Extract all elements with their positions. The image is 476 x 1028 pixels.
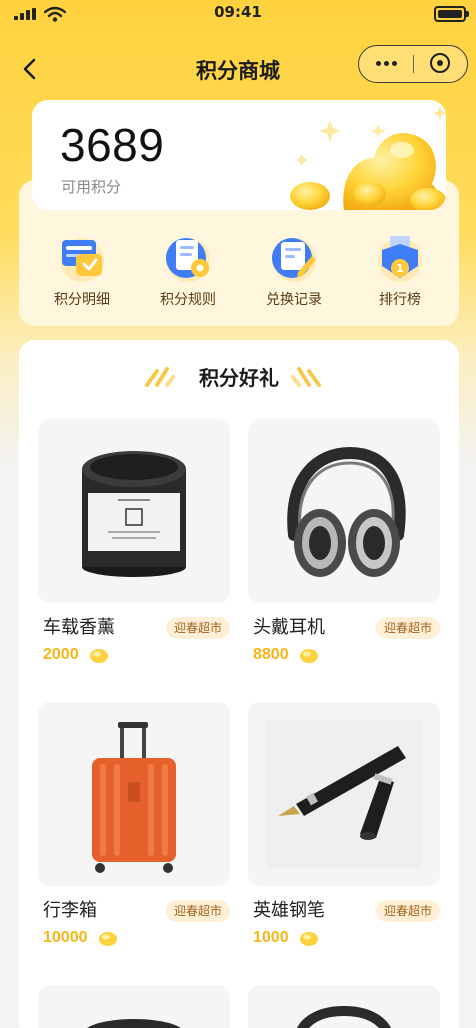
nav-bar: 积分商城 <box>0 44 476 94</box>
menu-item-ranking[interactable]: 1 排行榜 <box>347 230 453 320</box>
product-price: 2000 <box>43 646 79 663</box>
product-name: 英雄钢笔 <box>253 900 325 921</box>
menu-label: 排行榜 <box>379 292 421 308</box>
status-bar: 09:41 <box>0 0 476 30</box>
coin-icon <box>99 932 117 946</box>
coin-icon <box>300 649 318 663</box>
product-name: 车载香薰 <box>43 617 115 638</box>
status-time: 09:41 <box>214 3 262 21</box>
store-tag: 迎春超市 <box>375 900 440 922</box>
store-tag: 迎春超市 <box>375 617 440 639</box>
close-target-icon[interactable] <box>415 46 467 81</box>
product-card[interactable] <box>248 985 440 1028</box>
product-image <box>38 702 230 886</box>
title-decoration-icon <box>291 367 321 387</box>
points-value: 3689 <box>60 119 165 171</box>
ranking-icon: 1 <box>378 236 422 282</box>
points-label: 可用积分 <box>61 178 122 196</box>
exchange-record-icon <box>272 238 316 282</box>
product-card[interactable]: 车载香薰 迎春超市 2000 <box>38 419 230 669</box>
store-tag: 迎春超市 <box>165 900 230 922</box>
menu-label: 兑换记录 <box>266 292 322 308</box>
menu-label: 积分规则 <box>160 292 216 308</box>
product-card[interactable]: 行李箱 迎春超市 10000 <box>38 702 230 952</box>
section-title: 积分好礼 <box>199 366 279 390</box>
product-image <box>248 419 440 603</box>
points-card: 3689 可用积分 <box>32 100 446 210</box>
svg-text:1: 1 <box>396 262 404 275</box>
points-detail-icon <box>60 238 104 282</box>
coin-icon <box>90 649 108 663</box>
capsule-divider <box>413 55 414 73</box>
quick-menu: 积分明细 积分规则 兑换记录 1 排行榜 <box>19 230 459 320</box>
product-image <box>38 985 230 1028</box>
battery-icon <box>434 6 469 22</box>
points-rules-icon <box>166 238 210 282</box>
product-image <box>38 419 230 603</box>
fountain-pen-image <box>266 720 422 868</box>
more-icon[interactable] <box>359 46 414 81</box>
product-price: 8800 <box>253 646 289 663</box>
product-price: 10000 <box>43 929 88 946</box>
headphones-image <box>287 446 406 577</box>
product-image <box>248 985 440 1028</box>
gift-section: 积分好礼 车载香薰 迎春超市 2000 头戴耳机 迎春超市 8800 行李箱 迎… <box>19 340 459 1028</box>
product-image <box>248 702 440 886</box>
product-name: 行李箱 <box>43 900 97 921</box>
menu-item-points-rules[interactable]: 积分规则 <box>135 230 241 320</box>
store-tag: 迎春超市 <box>165 617 230 639</box>
aromatherapy-jar-image <box>82 451 186 577</box>
menu-item-points-detail[interactable]: 积分明细 <box>29 230 135 320</box>
product-card[interactable]: 头戴耳机 迎春超市 8800 <box>248 419 440 669</box>
product-placeholder-image <box>87 1019 181 1028</box>
coin-mascot-icon <box>290 106 446 210</box>
coin-icon <box>300 932 318 946</box>
mini-program-capsule <box>358 45 468 83</box>
product-name: 头戴耳机 <box>253 617 325 638</box>
product-placeholder-image <box>297 1005 391 1028</box>
suitcase-image <box>92 722 176 873</box>
menu-item-exchange-record[interactable]: 兑换记录 <box>241 230 347 320</box>
product-price: 1000 <box>253 929 289 946</box>
menu-label: 积分明细 <box>54 292 110 308</box>
product-card[interactable] <box>38 985 230 1028</box>
product-card[interactable]: 英雄钢笔 迎春超市 1000 <box>248 702 440 952</box>
